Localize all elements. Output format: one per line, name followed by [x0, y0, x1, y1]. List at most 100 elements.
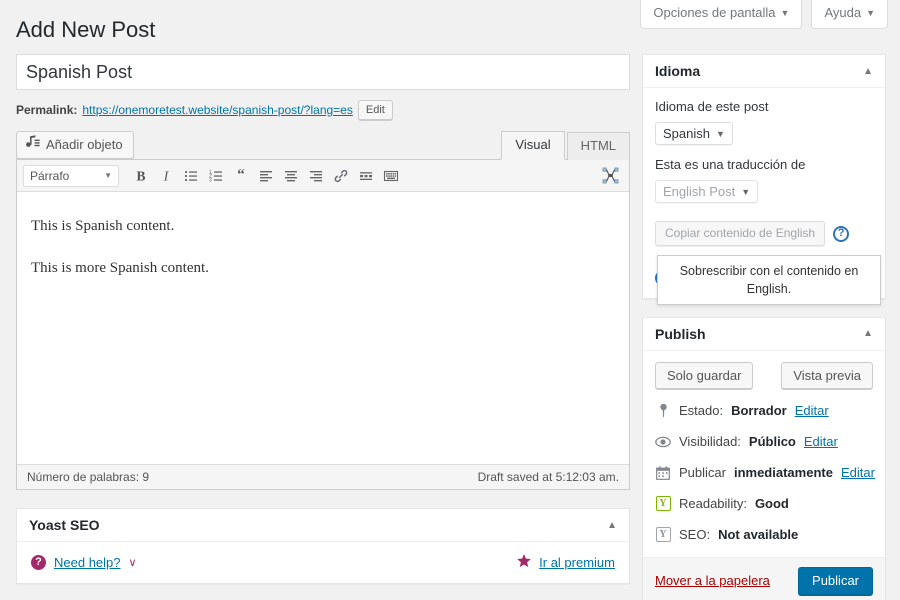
readability-value: Good [754, 495, 789, 511]
screen-options-label: Opciones de pantalla [653, 5, 776, 20]
publish-visibility-edit-link[interactable]: Editar [804, 433, 838, 451]
yoast-premium-group: Ir al premium [516, 553, 615, 572]
permalink-row: Permalink: https://onemoretest.website/s… [16, 99, 630, 121]
svg-text:I: I [162, 168, 169, 183]
insert-more-icon[interactable] [353, 164, 378, 188]
yoast-badge-gray: Y [655, 527, 671, 542]
translation-of-select[interactable]: English Post ▼ [655, 180, 759, 203]
publish-visibility-row: Visibilidad: Público Editar [655, 433, 873, 451]
yoast-seo-icon: Y [655, 527, 671, 542]
publish-panel-footer: Mover a la papelera Publicar [643, 556, 885, 600]
help-tab-label: Ayuda [824, 5, 862, 20]
publish-status-row: Estado: Borrador Editar [655, 402, 873, 420]
numbered-list-icon[interactable]: 1 2 3 [203, 164, 228, 188]
bold-icon[interactable]: B [128, 164, 153, 188]
translation-of-value: English Post [663, 184, 736, 199]
content-paragraph: This is Spanish content. [31, 218, 175, 234]
svg-text:“: “ [237, 168, 245, 183]
chevron-up-icon[interactable]: ▲ [863, 66, 873, 77]
publish-status-edit-link[interactable]: Editar [795, 402, 829, 420]
readability-label: Readability: [679, 495, 747, 511]
wordpress-post-editor-screen: Opciones de pantalla ▼ Ayuda ▼ Add New Pos… [0, 0, 900, 600]
language-spacer [655, 145, 873, 157]
post-title-input[interactable] [16, 54, 630, 90]
italic-icon[interactable]: I [153, 164, 178, 188]
main-column: Permalink: https://onemoretest.website/s… [16, 54, 630, 584]
screen-meta-tabs: Opciones de pantalla ▼ Ayuda ▼ [640, 0, 888, 29]
screen-options-tab[interactable]: Opciones de pantalla ▼ [640, 0, 803, 29]
draft-saved-status: Draft saved at 5:12:03 am. [477, 470, 619, 484]
tab-html[interactable]: HTML [566, 132, 630, 160]
readability-row: Y Readability: Good [655, 495, 873, 513]
publish-visibility-label: Visibilidad: [679, 433, 741, 449]
insert-link-icon[interactable] [328, 164, 353, 188]
translation-of-label: Esta es una traducción de [655, 157, 806, 172]
align-left-icon[interactable] [253, 164, 278, 188]
sidebar-column: Idioma ▲ Idioma de este post Spanish ▼ E… [642, 54, 886, 600]
language-panel: Idioma ▲ Idioma de este post Spanish ▼ E… [642, 54, 886, 306]
eye-icon [655, 436, 671, 448]
bulleted-list-icon[interactable] [178, 164, 203, 188]
permalink-url-link[interactable]: https://onemoretest.website/spanish-post… [82, 99, 353, 121]
language-panel-header[interactable]: Idioma ▲ [643, 55, 885, 88]
calendar-icon [655, 465, 671, 480]
help-question-icon[interactable]: ? [833, 225, 850, 242]
page-title: Add New Post [16, 17, 156, 42]
help-tab[interactable]: Ayuda ▼ [811, 0, 888, 29]
toolbar-toggle-icon[interactable] [378, 164, 403, 188]
publish-status-value: Borrador [731, 402, 787, 418]
chevron-down-icon: ▼ [741, 186, 751, 197]
svg-text:3: 3 [209, 177, 212, 183]
move-to-trash-link[interactable]: Mover a la papelera [655, 573, 770, 588]
blockquote-icon[interactable]: “ [228, 164, 253, 188]
star-icon [516, 553, 532, 572]
editor-mode-tabs: Visual HTML [499, 130, 630, 160]
editor-top-row: Añadir objeto Visual HTML [16, 130, 630, 160]
copy-content-tooltip: Sobrescribir con el contenido en English… [657, 255, 881, 306]
add-media-icon [25, 135, 40, 154]
seo-score-row: Y SEO: Not available [655, 526, 873, 544]
yoast-readability-icon: Y [655, 496, 671, 511]
align-center-icon[interactable] [278, 164, 303, 188]
editor-content-area[interactable]: This is Spanish content. This is more Sp… [17, 192, 629, 464]
publish-schedule-value: inmediatamente [733, 464, 833, 480]
publish-button[interactable]: Publicar [798, 566, 873, 595]
content-paragraph: This is more Spanish content. [31, 260, 209, 276]
chevron-down-icon: ▼ [104, 171, 112, 180]
paragraph-format-select[interactable]: Párrafo ▼ [23, 164, 119, 187]
chevron-down-icon: ▼ [866, 8, 875, 18]
publish-panel-header[interactable]: Publish ▲ [643, 318, 885, 351]
chevron-down-icon[interactable]: ∨ [129, 556, 137, 569]
post-language-value: Spanish [663, 126, 710, 141]
pin-icon [655, 403, 671, 418]
yoast-badge-green: Y [655, 496, 671, 511]
post-language-select[interactable]: Spanish ▼ [655, 122, 733, 145]
align-right-icon[interactable] [303, 164, 328, 188]
publish-schedule-edit-link[interactable]: Editar [841, 464, 875, 482]
publish-panel-title: Publish [655, 325, 706, 342]
chevron-up-icon[interactable]: ▲ [607, 520, 617, 531]
paragraph-format-value: Párrafo [30, 168, 70, 183]
copy-content-row: Copiar contenido de English ? [655, 221, 873, 246]
seo-label: SEO: [679, 526, 711, 542]
need-help-link[interactable]: Need help? [54, 555, 121, 570]
distraction-free-icon[interactable] [598, 164, 623, 188]
seo-value: Not available [718, 526, 799, 542]
permalink-edit-button[interactable]: Edit [357, 100, 393, 120]
editor-wrapper: Añadir objeto Visual HTML Párrafo ▼ B I … [16, 130, 630, 490]
publish-status-label: Estado: [679, 402, 724, 418]
language-panel-title: Idioma [655, 63, 701, 79]
yoast-seo-panel-header[interactable]: Yoast SEO ▲ [17, 509, 629, 542]
publish-visibility-value: Público [748, 433, 796, 449]
copy-content-button[interactable]: Copiar contenido de English [655, 221, 826, 246]
chevron-down-icon: ▼ [715, 128, 725, 139]
save-draft-button[interactable]: Solo guardar [655, 361, 754, 389]
go-premium-link[interactable]: Ir al premium [539, 555, 615, 570]
preview-button[interactable]: Vista previa [781, 361, 873, 389]
publish-panel: Publish ▲ Solo guardar Vista previa Esta… [642, 316, 886, 600]
chevron-up-icon[interactable]: ▲ [863, 328, 873, 339]
add-media-button[interactable]: Añadir objeto [16, 131, 134, 159]
word-count: Número de palabras: 9 [27, 470, 150, 484]
yoast-seo-panel-body: ? Need help? ∨ Ir al premium [17, 542, 629, 583]
tab-visual[interactable]: Visual [501, 131, 565, 160]
